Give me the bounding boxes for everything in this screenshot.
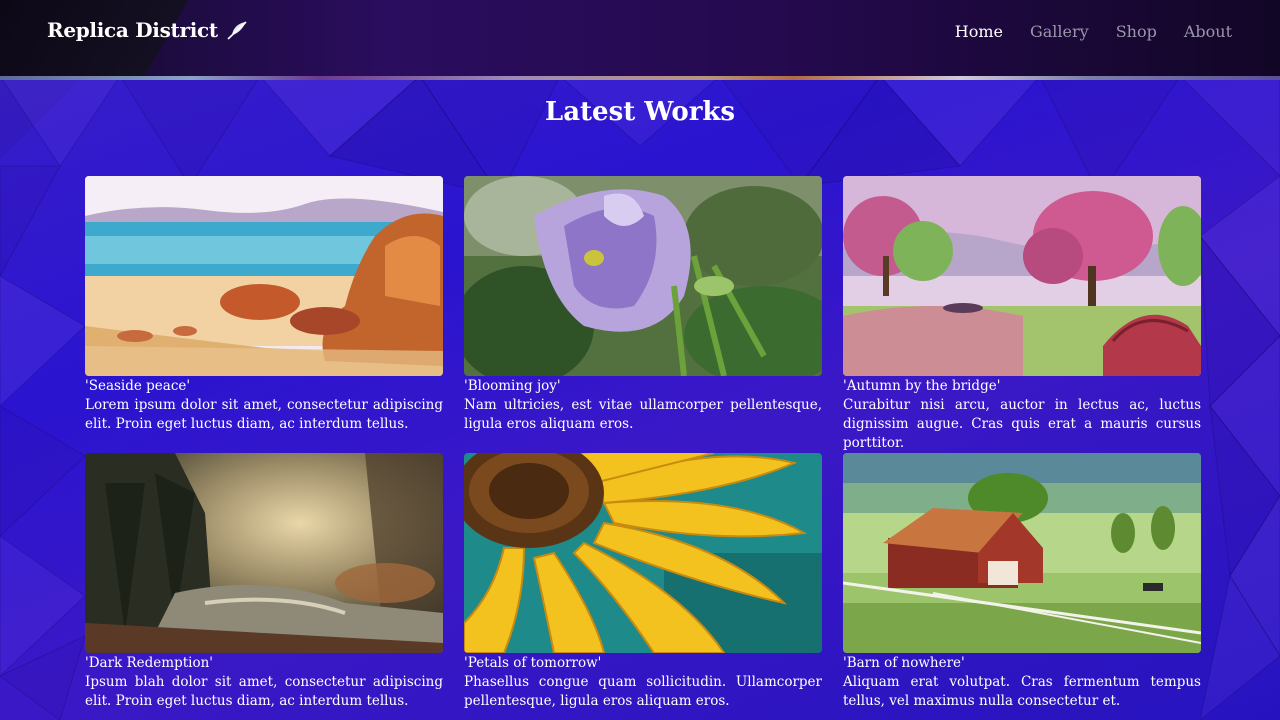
work-description: Lorem ipsum dolor sit amet, consectetur … [85,397,443,432]
work-image-blooming-joy[interactable] [464,176,822,376]
work-image-barn-of-nowhere[interactable] [843,453,1201,653]
work-description: Curabitur nisi arcu, auctor in lectus ac… [843,397,1201,451]
work-card: 'Seaside peace' Lorem ipsum dolor sit am… [85,176,443,434]
work-title[interactable]: 'Autumn by the bridge' [843,377,1201,396]
work-image-autumn-by-the-bridge[interactable] [843,176,1201,376]
top-navbar: Replica District Home Gallery Shop About [0,0,1280,76]
main-nav: Home Gallery Shop About [955,22,1232,41]
bridge-painting [843,176,1201,376]
work-image-seaside-peace[interactable] [85,176,443,376]
sunflower-painting [464,453,822,653]
barn-painting [843,453,1201,653]
work-title[interactable]: 'Dark Redemption' [85,654,443,673]
work-title[interactable]: 'Petals of tomorrow' [464,654,822,673]
nav-shop[interactable]: Shop [1116,22,1157,41]
work-title[interactable]: 'Seaside peace' [85,377,443,396]
brand-logo[interactable]: Replica District [47,18,250,42]
header-stripe [0,76,1280,80]
work-card: 'Dark Redemption' Ipsum blah dolor sit a… [85,453,443,711]
flower-painting [464,176,822,376]
nav-home[interactable]: Home [955,22,1003,41]
work-card: 'Petals of tomorrow' Phasellus congue qu… [464,453,822,711]
work-card: 'Barn of nowhere' Aliquam erat volutpat.… [843,453,1201,711]
work-description: Phasellus congue quam sollicitudin. Ulla… [464,674,822,709]
work-image-dark-redemption[interactable] [85,453,443,653]
work-description: Ipsum blah dolor sit amet, consectetur a… [85,674,443,709]
work-title[interactable]: 'Blooming joy' [464,377,822,396]
work-title[interactable]: 'Barn of nowhere' [843,654,1201,673]
work-card: 'Blooming joy' Nam ultricies, est vitae … [464,176,822,434]
work-image-petals-of-tomorrow[interactable] [464,453,822,653]
work-description: Aliquam erat volutpat. Cras fermentum te… [843,674,1201,709]
work-description: Nam ultricies, est vitae ullamcorper pel… [464,397,822,432]
nav-gallery[interactable]: Gallery [1030,22,1089,41]
feather-icon [227,21,247,40]
work-card: 'Autumn by the bridge' Curabitur nisi ar… [843,176,1201,453]
seaside-painting [85,176,443,376]
forest-painting [85,453,443,653]
section-heading: Latest Works [544,97,736,127]
nav-about[interactable]: About [1184,22,1232,41]
brand-name: Replica District [47,18,218,42]
